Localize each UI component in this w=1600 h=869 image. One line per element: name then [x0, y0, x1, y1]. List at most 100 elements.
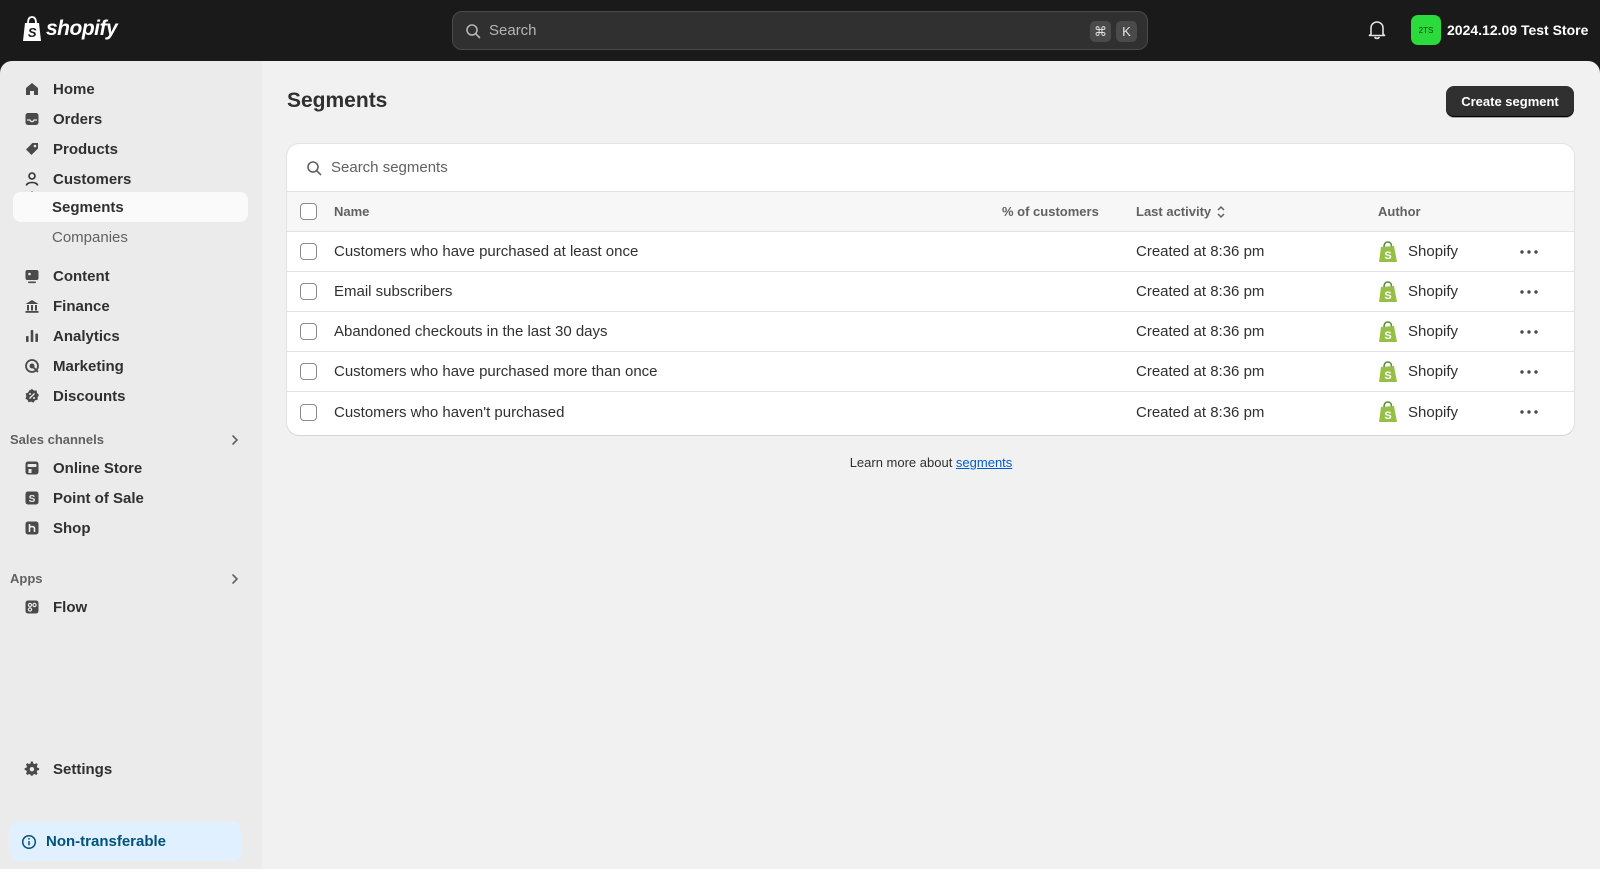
ellipsis-icon	[1520, 329, 1538, 334]
chevron-right-icon[interactable]	[230, 573, 240, 585]
create-segment-button[interactable]: Create segment	[1446, 86, 1574, 117]
shopify-bag-icon: S	[1378, 360, 1398, 383]
segments-search-input[interactable]: Search segments	[287, 144, 1574, 192]
segment-last-activity: Created at 8:36 pm	[1136, 243, 1265, 260]
apps-label: Apps	[10, 571, 43, 586]
author-name: Shopify	[1408, 243, 1459, 260]
segment-last-activity: Created at 8:36 pm	[1136, 403, 1265, 421]
svg-text:S: S	[1384, 410, 1391, 422]
segment-name[interactable]: Customers who have purchased more than o…	[334, 352, 658, 391]
sidebar-item-discounts[interactable]: Discounts	[13, 381, 248, 411]
non-transferable-banner[interactable]: Non-transferable	[9, 822, 241, 861]
row-actions-button[interactable]	[1519, 352, 1539, 391]
table-row[interactable]: Customers who have purchased more than o…	[287, 352, 1574, 392]
segment-last-activity: Created at 8:36 pm	[1136, 323, 1265, 340]
shopify-logo[interactable]: S shopify	[21, 16, 118, 42]
segments-help-link[interactable]: segments	[956, 455, 1012, 470]
sidebar-item-label: Home	[53, 80, 95, 98]
author-name: Shopify	[1408, 363, 1459, 380]
sidebar-item-products[interactable]: Products	[13, 134, 248, 164]
segments-card: Search segments Name % of customers Last…	[287, 144, 1574, 435]
sidebar-item-label: Customers	[53, 170, 132, 188]
sidebar-item-settings[interactable]: Settings	[13, 754, 248, 784]
table-row[interactable]: Customers who haven't purchased Created …	[287, 392, 1574, 432]
bell-icon	[1368, 21, 1386, 40]
flow-icon	[23, 598, 41, 616]
sidebar-item-label: Finance	[53, 297, 110, 315]
global-search-input[interactable]: Search ⌘ K	[452, 11, 1148, 50]
segment-last-activity: Created at 8:36 pm	[1136, 363, 1265, 380]
search-icon	[307, 160, 322, 175]
store-avatar: 2TS	[1411, 15, 1441, 45]
sidebar-item-flow[interactable]: Flow	[13, 592, 248, 622]
sidebar-item-label: Companies	[52, 228, 128, 246]
sidebar-item-companies[interactable]: Companies	[13, 222, 248, 252]
select-all-checkbox[interactable]	[300, 203, 317, 220]
main-content: Segments Create segment Search segments …	[262, 61, 1600, 869]
info-icon	[21, 834, 37, 849]
svg-text:S: S	[29, 494, 36, 505]
content-icon	[23, 267, 41, 285]
discount-icon	[23, 387, 41, 405]
row-checkbox[interactable]	[300, 403, 317, 421]
store-menu-button[interactable]: 2TS 2024.12.09 Test Store	[1411, 15, 1588, 45]
sidebar-item-home[interactable]: Home	[13, 74, 248, 104]
person-icon	[23, 170, 41, 188]
notifications-button[interactable]	[1368, 20, 1386, 45]
sidebar-item-point-of-sale[interactable]: S Point of Sale	[13, 483, 248, 513]
sidebar-item-finance[interactable]: Finance	[13, 291, 248, 321]
sidebar-item-marketing[interactable]: Marketing	[13, 351, 248, 381]
segment-name[interactable]: Customers who haven't purchased	[334, 392, 565, 432]
segment-author: S Shopify	[1378, 272, 1458, 311]
non-transferable-label: Non-transferable	[46, 833, 167, 850]
row-actions-button[interactable]	[1519, 312, 1539, 351]
segment-author: S Shopify	[1378, 232, 1458, 271]
sidebar-item-online-store[interactable]: Online Store	[13, 453, 248, 483]
row-actions-button[interactable]	[1519, 392, 1539, 432]
author-name: Shopify	[1408, 283, 1459, 300]
sidebar-item-shop[interactable]: Shop	[13, 513, 248, 543]
sidebar-item-label: Discounts	[53, 387, 126, 405]
shortcut-cmd-key: ⌘	[1090, 21, 1111, 42]
sidebar-item-label: Point of Sale	[53, 489, 144, 507]
sidebar-item-label: Products	[53, 140, 119, 158]
shopify-bag-icon: S	[1378, 280, 1398, 303]
segment-author: S Shopify	[1378, 312, 1458, 351]
sidebar-item-orders[interactable]: Orders	[13, 104, 248, 134]
target-icon	[23, 357, 41, 375]
segment-author: S Shopify	[1378, 352, 1458, 391]
row-checkbox[interactable]	[300, 243, 317, 260]
row-checkbox[interactable]	[300, 323, 317, 340]
row-checkbox[interactable]	[300, 363, 317, 380]
sidebar-item-label: Segments	[52, 198, 124, 216]
row-checkbox[interactable]	[300, 283, 317, 300]
sidebar-item-customers[interactable]: Customers	[13, 164, 248, 194]
table-row[interactable]: Abandoned checkouts in the last 30 days …	[287, 312, 1574, 352]
svg-text:S: S	[1384, 290, 1391, 302]
column-last-activity-sort[interactable]: Last activity	[1136, 192, 1226, 231]
shopify-bag-icon: S	[23, 16, 41, 41]
search-icon	[466, 23, 481, 38]
segment-name[interactable]: Email subscribers	[334, 272, 452, 311]
table-row[interactable]: Email subscribers Created at 8:36 pm S S…	[287, 272, 1574, 312]
ellipsis-icon	[1520, 369, 1538, 374]
gear-icon	[23, 760, 41, 778]
search-placeholder: Search	[489, 22, 537, 39]
row-actions-button[interactable]	[1519, 232, 1539, 271]
sidebar-item-segments[interactable]: Segments	[13, 192, 248, 222]
shopify-bag-icon: S	[1378, 320, 1398, 343]
segment-name[interactable]: Abandoned checkouts in the last 30 days	[334, 312, 608, 351]
chevron-right-icon[interactable]	[230, 434, 240, 446]
author-name: Shopify	[1408, 403, 1459, 421]
shortcut-k-key: K	[1116, 21, 1137, 42]
store-icon	[23, 459, 41, 477]
home-icon	[23, 80, 41, 98]
segment-author: S Shopify	[1378, 392, 1458, 432]
sidebar-item-analytics[interactable]: Analytics	[13, 321, 248, 351]
sidebar-item-label: Content	[53, 267, 110, 285]
row-actions-button[interactable]	[1519, 272, 1539, 311]
sidebar-item-content[interactable]: Content	[13, 261, 248, 291]
segment-name[interactable]: Customers who have purchased at least on…	[334, 232, 638, 271]
ellipsis-icon	[1520, 410, 1538, 414]
table-row[interactable]: Customers who have purchased at least on…	[287, 232, 1574, 272]
